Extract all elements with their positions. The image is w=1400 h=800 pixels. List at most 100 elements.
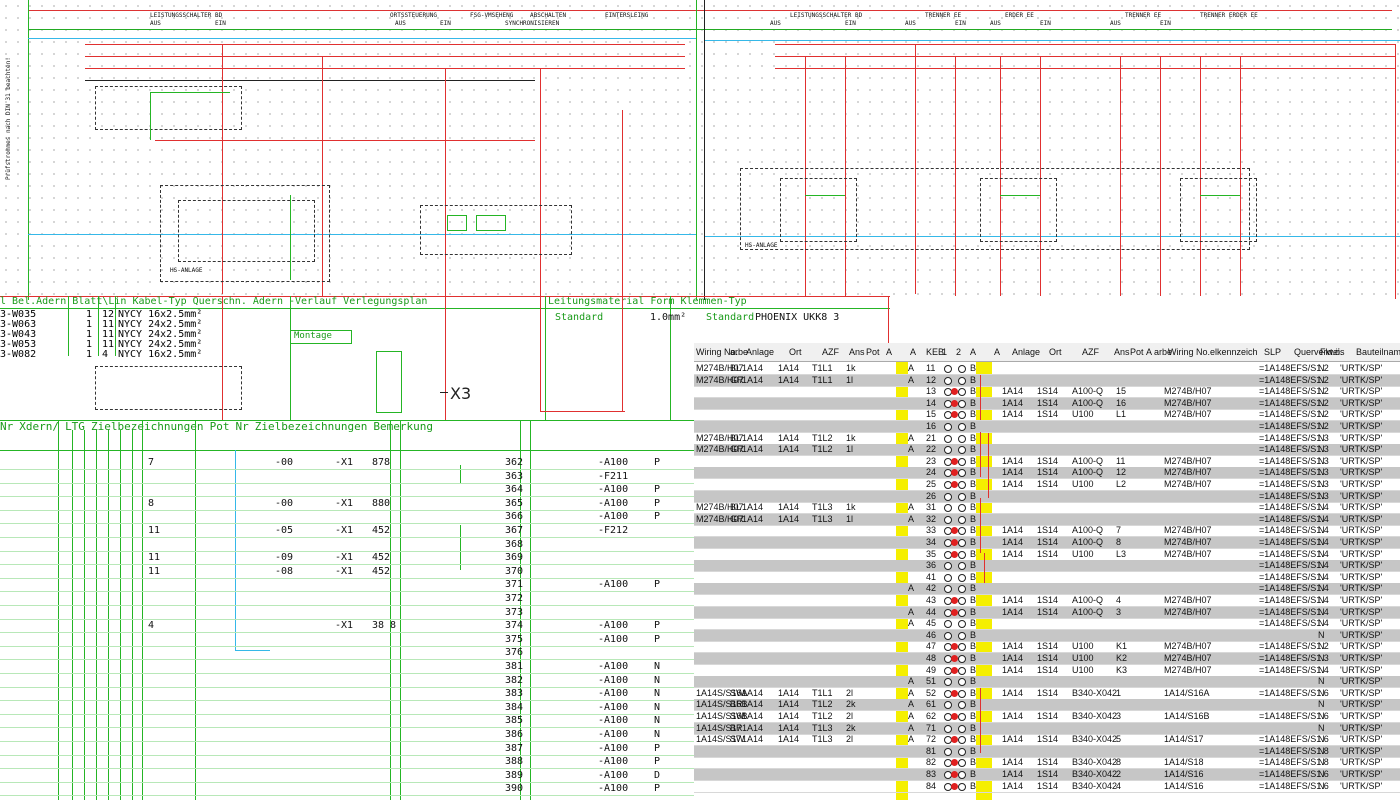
grid-row[interactable]: 13 1A14 1S14 A100-Q 15 M274B/H07 =1A148EFS/S1.…	[694, 386, 1400, 399]
terminal-ring-icon[interactable]	[944, 747, 952, 756]
col-header[interactable]: Pot	[866, 347, 880, 357]
col-header[interactable]: A	[970, 347, 976, 357]
grid-row[interactable]: A 51 N 'URTK/SP' B	[694, 676, 1400, 689]
col-header[interactable]: A	[994, 347, 1000, 357]
terminal-ring-icon[interactable]	[944, 515, 952, 524]
terminal-ring-icon[interactable]	[944, 504, 952, 513]
terminal-ring-icon[interactable]	[958, 562, 966, 571]
terminal-ring-icon[interactable]	[958, 365, 966, 373]
terminal-ring-icon[interactable]	[944, 620, 952, 629]
terminal-row[interactable]: 11 -09 -X1 452 369	[0, 551, 780, 566]
col-header[interactable]: Ort	[789, 347, 802, 357]
col-header[interactable]: A	[910, 347, 916, 357]
grid-row[interactable]: M274B/H07 BL 1A14 1A14 T1L2 1k A 21 =1A148EFS/S1…	[694, 433, 1400, 445]
cable-row[interactable]: 3-W043 1 11 NYCY 24x2.5mm²	[0, 329, 290, 340]
grid-row[interactable]: 23 1A14 1S14 A100-Q 11 M274B/H07 =1A148EFS/S1.…	[694, 456, 1400, 468]
grid-row[interactable]: A 44 1A14 1S14 A100-Q 3 M274B/H07 =1A148EFS/S1.…	[694, 606, 1400, 619]
terminal-ring-icon[interactable]	[958, 434, 966, 443]
grid-row[interactable]: 26 =1A148EFS/S1.3 N 'URTK/SP' B	[694, 490, 1400, 503]
terminal-ring-icon[interactable]	[944, 724, 952, 733]
col-header[interactable]: Fkt.ö.	[1320, 347, 1343, 357]
terminal-ring-icon[interactable]	[958, 759, 966, 768]
terminal-row[interactable]: 8 -00 -X1 880 365 -A100 P	[0, 497, 780, 511]
terminal-row[interactable]: 4 -X1 38 8 374 -A100 P	[0, 619, 780, 634]
cable-row[interactable]: 3-W082 1 4 NYCY 16x2.5mm²	[0, 349, 290, 360]
terminal-ring-icon[interactable]	[958, 608, 966, 617]
grid-row[interactable]: 14 1A14 1S14 A100-Q 16 M274B/H07 =1A148EFS/S1.…	[694, 397, 1400, 410]
terminal-ring-icon[interactable]	[958, 457, 966, 466]
grid-row[interactable]: 16 =1A148EFS/S1.2 N 'URTK/SP' B	[694, 421, 1400, 433]
terminal-row[interactable]: 387 -A100 P	[0, 742, 780, 756]
terminal-row[interactable]: 375 -A100 P	[0, 633, 780, 647]
col-header[interactable]: A	[1146, 347, 1152, 357]
terminal-ring-icon[interactable]	[958, 515, 966, 524]
terminal-ring-icon[interactable]	[944, 446, 952, 455]
grid-row[interactable]: 48 1A14 1S14 U100 K2 M274B/H07 =1A148EFS/S1.3 N…	[694, 653, 1400, 665]
col-header[interactable]: elkennzeich	[1210, 347, 1258, 357]
grid-row[interactable]: M274B/H07 BL 1A14 1A14 T1L1 1k A 11 =1A148EFS/S1…	[694, 363, 1400, 375]
grid-row[interactable]: 35 1A14 1S14 U100 L3 M274B/H07 =1A148EFS/S1.4 N…	[694, 549, 1400, 561]
col-header[interactable]: Pot	[1130, 347, 1144, 357]
terminal-row[interactable]: 364 -A100 P	[0, 483, 780, 498]
grid-row[interactable]: 1A14S/S16A SW 1A14 1A14 T1L1 2l A 52 1A14 1S14 B34…	[694, 688, 1400, 700]
grid-row[interactable]: M274B/H07 GR 1A14 1A14 T1L3 1l A 32 =1A148EFS/S1…	[694, 513, 1400, 526]
terminal-ring-icon[interactable]	[958, 643, 966, 652]
terminal-ring-icon[interactable]	[958, 666, 966, 675]
terminal-ring-icon[interactable]	[958, 411, 966, 420]
col-header[interactable]: Bauteilname	[1356, 347, 1400, 357]
terminal-ring-icon[interactable]	[958, 539, 966, 547]
terminal-row[interactable]: 368	[0, 538, 780, 552]
terminal-row[interactable]: 371 -A100 P	[0, 578, 780, 593]
grid-row[interactable]: 25 1A14 1S14 U100 L2 M274B/H07 =1A148EFS/S1.3 N…	[694, 479, 1400, 491]
col-header[interactable]: A	[886, 347, 892, 357]
terminal-ring-icon[interactable]	[944, 573, 952, 582]
terminal-row[interactable]: 384 -A100 N	[0, 701, 780, 715]
terminal-ring-icon[interactable]	[958, 689, 966, 698]
col-header[interactable]: Anlage	[746, 347, 774, 357]
terminal-ring-icon[interactable]	[944, 376, 952, 385]
terminal-ring-icon[interactable]	[958, 527, 966, 536]
terminal-ring-icon[interactable]	[958, 747, 966, 756]
terminal-row[interactable]: 385 -A100 N	[0, 714, 780, 729]
grid-row[interactable]: 82 1A14 1S14 B340-X042 8 1A14/S18 =1A148EFS/S1…	[694, 757, 1400, 770]
grid-row[interactable]: 33 1A14 1S14 A100-Q 7 M274B/H07 =1A148EFS/S1.4…	[694, 525, 1400, 538]
terminal-ring-icon[interactable]	[944, 701, 952, 710]
terminal-row[interactable]: 11 -08 -X1 452 370	[0, 565, 780, 579]
grid-row[interactable]: 46 N 'URTK/SP' B	[694, 629, 1400, 642]
col-header[interactable]: Ans	[1114, 347, 1130, 357]
terminal-ring-icon[interactable]	[944, 678, 952, 687]
terminal-row[interactable]: 363 -F211	[0, 470, 780, 484]
terminal-ring-icon[interactable]	[958, 388, 966, 397]
cable-row[interactable]: 3-W063 1 11 NYCY 24x2.5mm²	[0, 319, 290, 330]
grid-row[interactable]: 49 1A14 1S14 U100 K3 M274B/H07 =1A148EFS/S1.4 N…	[694, 665, 1400, 677]
terminal-ring-icon[interactable]	[958, 631, 966, 640]
terminal-ring-icon[interactable]	[958, 724, 966, 733]
grid-row[interactable]: 83 1A14 1S14 B340-X042 2 1A14/S16 =1A148EFS/S1…	[694, 769, 1400, 781]
terminal-ring-icon[interactable]	[958, 446, 966, 455]
terminal-row[interactable]: 373	[0, 606, 780, 620]
grid-row[interactable]: A 45 =1A148EFS/S1.4 N 'URTK/SP' B	[694, 618, 1400, 631]
col-header[interactable]: Ans	[849, 347, 865, 357]
grid-row[interactable]: 47 1A14 1S14 U100 K1 M274B/H07 =1A148EFS/S1.2 N…	[694, 641, 1400, 654]
terminal-ring-icon[interactable]	[958, 469, 966, 478]
terminal-ring-icon[interactable]	[958, 492, 966, 501]
terminal-ring-icon[interactable]	[958, 585, 966, 594]
terminal-ring-icon[interactable]	[944, 492, 952, 501]
col-header[interactable]: Wiring No.	[1168, 347, 1210, 357]
terminal-ring-icon[interactable]	[958, 678, 966, 687]
grid-row[interactable]: 84 1A14 1S14 B340-X042 4 1A14/S16 =1A148EFS/S1…	[694, 781, 1400, 793]
terminal-ring-icon[interactable]	[944, 365, 952, 373]
terminal-ring-icon[interactable]	[958, 504, 966, 513]
col-header[interactable]: Anlage	[1012, 347, 1040, 357]
terminal-row[interactable]: 372	[0, 592, 780, 606]
terminal-ring-icon[interactable]	[958, 550, 966, 559]
terminal-row[interactable]: 386 -A100 N	[0, 728, 780, 742]
terminal-ring-icon[interactable]	[958, 597, 966, 605]
terminal-row[interactable]: 388 -A100 P	[0, 755, 780, 770]
cable-row[interactable]: 3-W053 1 11 NYCY 24x2.5mm²	[0, 339, 290, 350]
cable-row[interactable]: 3-W035 1 12 NYCY 16x2.5mm²	[0, 309, 290, 320]
grid-row[interactable]: M274B/H07 GR 1A14 1A14 T1L2 1l A 22 =1A148EFS/S1…	[694, 444, 1400, 457]
grid-row[interactable]: 43 1A14 1S14 A100-Q 4 M274B/H07 =1A148EFS/S1.4…	[694, 595, 1400, 607]
col-header[interactable]: SLP	[1264, 347, 1281, 357]
terminal-ring-icon[interactable]	[958, 481, 966, 489]
